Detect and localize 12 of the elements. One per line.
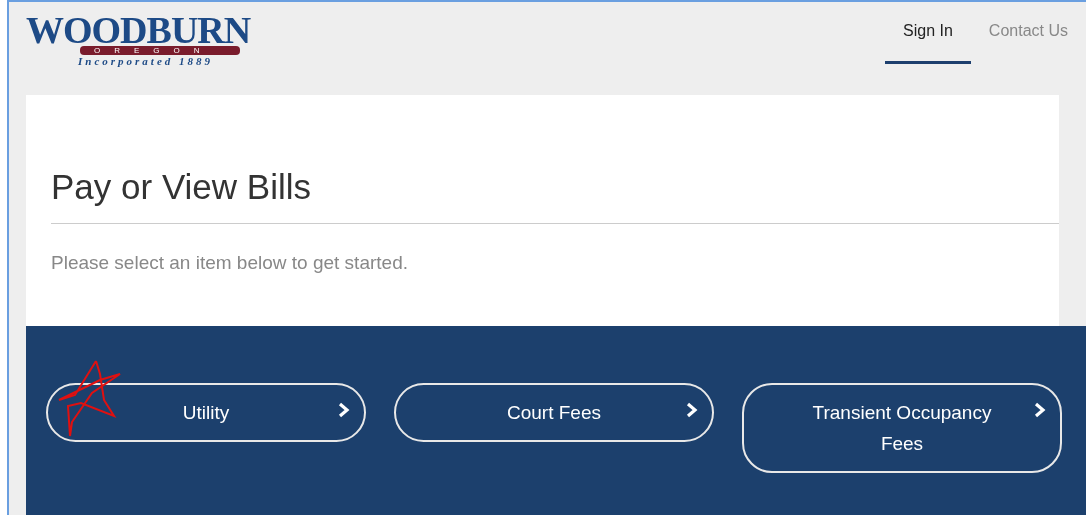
logo-name: WOODBURN bbox=[26, 14, 251, 46]
bill-option-button[interactable]: Transient Occupancy Fees bbox=[742, 383, 1062, 473]
chevron-icon bbox=[338, 402, 350, 418]
page-heading: Pay or View Bills bbox=[51, 167, 1059, 224]
chevron-icon bbox=[686, 402, 698, 418]
bill-option-button[interactable]: Utility bbox=[46, 383, 366, 442]
nav-link[interactable]: Sign In bbox=[885, 22, 971, 64]
intro-text: Please select an item below to get started. bbox=[51, 252, 409, 274]
bill-option-button[interactable]: Court Fees bbox=[394, 383, 714, 442]
logo-state: OREGON bbox=[80, 46, 240, 55]
logo-tagline: Incorporated 1889 bbox=[78, 55, 214, 67]
chevron-icon bbox=[1034, 402, 1046, 418]
